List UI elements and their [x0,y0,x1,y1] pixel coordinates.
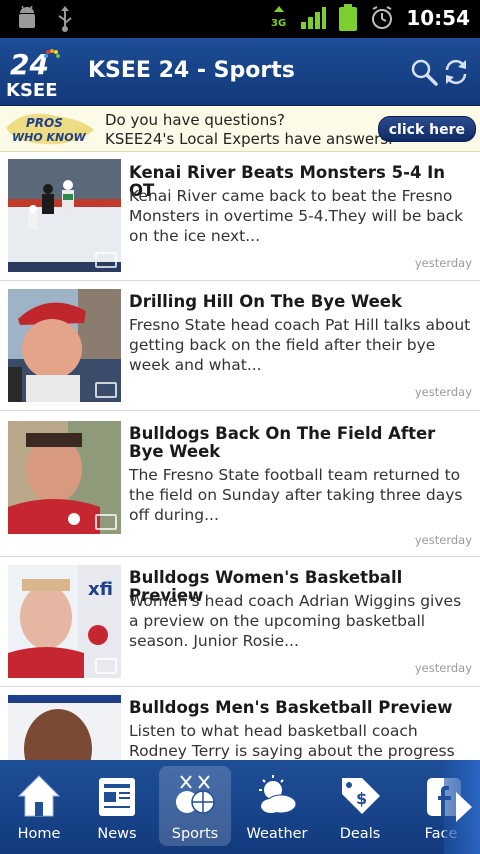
bottom-nav: Home News Sports Weather $ Deals Face [0,760,480,854]
article-list[interactable]: Kenai River Beats Monsters 5-4 In OT Ken… [0,152,480,760]
article-description: Fresno State head coach Pat Hill talks a… [129,316,471,374]
ad-text-line2: KSEE24's Local Experts have answers. [105,130,393,148]
signal-icon [301,7,327,29]
chevron-right-icon [456,792,472,822]
article-description: The Fresno State football team returned … [129,466,463,524]
nav-label: News [97,826,137,842]
article-thumbnail [8,159,121,272]
article-timestamp: yesterday [414,385,472,399]
article-thumbnail [8,695,121,760]
battery-icon [339,4,358,31]
svg-text:KSEE: KSEE [6,80,58,101]
svg-text:PROS: PROS [26,116,63,130]
article-title: Drilling Hill On The Bye Week [129,292,402,311]
ad-banner[interactable]: PROS WHO KNOW Do you have questions? KSE… [0,106,480,152]
usb-icon [58,6,72,32]
app-bar: 24 KSEE KSEE 24 - Sports [0,38,480,106]
news-icon [99,778,135,816]
page-title: KSEE 24 - Sports [88,58,295,83]
article-thumbnail: xfi [8,565,121,678]
svg-text:WHO KNOW: WHO KNOW [12,131,87,144]
nav-item-news[interactable]: News [81,766,153,846]
status-time: 10:54 [406,6,470,30]
nav-item-deals[interactable]: $ Deals [324,766,396,846]
svg-text:xfi: xfi [88,579,113,600]
nav-item-home[interactable]: Home [3,766,75,846]
article-description: Listen to what head basketball coach Rod… [129,722,455,760]
refresh-icon[interactable] [442,58,470,86]
article-timestamp: yesterday [414,256,472,270]
list-item[interactable]: xfi Bulldogs Women's Basketball Preview … [0,557,480,687]
nav-label: Sports [171,826,219,842]
article-description: Women's head coach Adrian Wiggins gives … [129,592,462,650]
3g-icon: 3G [271,6,287,29]
nav-label: Weather [246,826,308,842]
nav-label: Home [17,826,61,842]
nav-item-sports[interactable]: Sports [159,766,231,846]
article-description: Kenai River came back to beat the Fresno… [129,187,464,245]
svg-text:24: 24 [10,48,49,81]
weather-icon [259,775,297,814]
alarm-icon [372,6,393,29]
article-timestamp: yesterday [414,661,472,675]
list-item[interactable]: Bulldogs Men's Basketball Preview Listen… [0,687,480,760]
ad-text-line1: Do you have questions? [105,111,285,129]
nav-scroll-right[interactable] [444,760,480,854]
ksee-logo[interactable]: 24 KSEE [4,44,68,102]
svg-text:$: $ [356,789,367,808]
search-icon[interactable] [410,58,438,86]
nav-label: Deals [339,826,381,842]
deals-icon: $ [342,778,380,814]
nav-item-weather[interactable]: Weather [241,766,313,846]
status-bar: 3G 10:54 [0,0,480,38]
ad-click-here-button[interactable]: click here [377,116,476,142]
list-item[interactable]: Drilling Hill On The Bye Week Fresno Sta… [0,281,480,411]
article-thumbnail [8,289,121,402]
video-icon [95,382,117,398]
list-item[interactable]: Bulldogs Back On The Field After Bye Wee… [0,411,480,557]
svg-text:3G: 3G [271,18,286,29]
list-item[interactable]: Kenai River Beats Monsters 5-4 In OT Ken… [0,152,480,281]
video-icon [95,658,117,674]
android-debug-icon [19,6,35,28]
pros-who-know-logo: PROS WHO KNOW [6,113,94,145]
sports-icon [176,775,215,814]
article-timestamp: yesterday [414,533,472,547]
video-icon [95,252,117,268]
article-title: Bulldogs Men's Basketball Preview [129,698,453,717]
video-icon [95,514,117,530]
article-thumbnail [8,421,121,534]
article-title: Bulldogs Back On The Field After Bye Wee… [129,424,436,461]
home-icon [17,775,61,817]
